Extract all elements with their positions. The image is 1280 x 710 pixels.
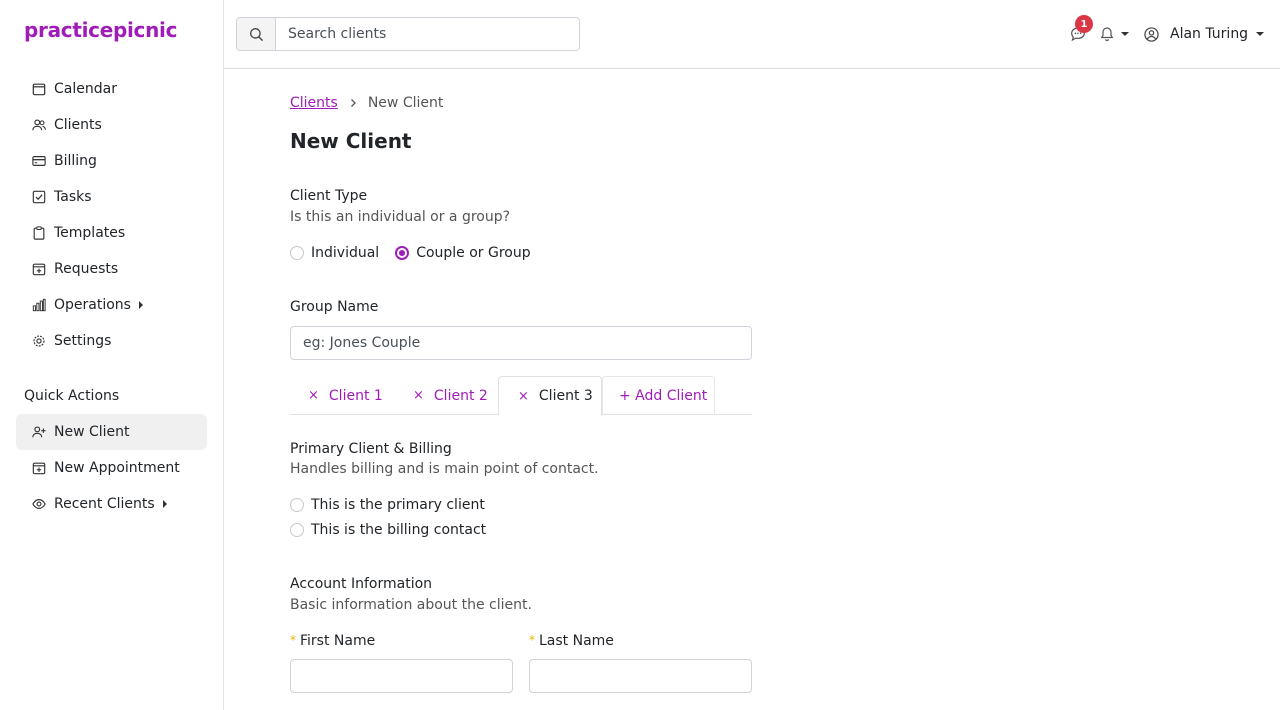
breadcrumb: Clients New Client (290, 95, 443, 111)
users-icon (32, 118, 46, 132)
gear-icon (32, 334, 46, 348)
sidebar-item-clients[interactable]: Clients (16, 107, 207, 143)
tab-label: Client 1 (328, 387, 383, 404)
group-name-label: Group Name (290, 299, 379, 315)
last-name-input[interactable] (529, 659, 752, 693)
bell-icon[interactable] (1099, 26, 1115, 42)
required-mark: * (290, 633, 296, 647)
client-type-radio-group: Individual Couple or Group (290, 245, 531, 261)
user-circle-icon (1144, 26, 1159, 42)
sidebar-item-settings[interactable]: Settings (16, 323, 207, 359)
account-info-subtitle: Basic information about the client. (290, 597, 532, 613)
close-icon[interactable]: × (413, 388, 424, 403)
sidebar-item-label: New Appointment (54, 460, 180, 476)
group-name-input[interactable] (290, 326, 752, 360)
sidebar-item-label: Requests (54, 261, 119, 277)
chevron-right-icon (348, 98, 358, 108)
first-name-label: * First Name (290, 633, 375, 649)
main-nav: Calendar Clients Billing Tasks Templates (16, 71, 207, 359)
app-logo[interactable]: practicepicnic (24, 18, 177, 42)
close-icon[interactable]: × (518, 389, 529, 404)
breadcrumb-current: New Client (367, 95, 444, 111)
tab-client-1[interactable]: × Client 1 (308, 376, 383, 415)
checkbox-icon (32, 190, 46, 204)
sidebar-item-billing[interactable]: Billing (16, 143, 207, 179)
credit-card-icon (32, 154, 46, 168)
radio-individual[interactable] (290, 246, 304, 260)
search-bar (236, 17, 580, 51)
sidebar-item-requests[interactable]: Requests (16, 251, 207, 287)
bar-chart-icon (32, 298, 46, 312)
radio-billing-contact-label[interactable]: This is the billing contact (311, 522, 486, 538)
chevron-down-icon (1256, 32, 1265, 36)
sidebar-item-label: Settings (54, 333, 112, 349)
sidebar-item-label: Calendar (54, 81, 117, 97)
calendar-plus-icon (32, 461, 46, 475)
user-plus-icon (32, 425, 46, 439)
quick-actions-nav: New Client New Appointment Recent Client… (16, 414, 207, 522)
sidebar-item-label: Tasks (54, 189, 92, 205)
tab-client-3[interactable]: × Client 3 (498, 376, 602, 416)
sidebar-item-operations[interactable]: Operations (16, 287, 207, 323)
page-title: New Client (290, 129, 412, 153)
radio-individual-label[interactable]: Individual (311, 245, 379, 261)
calendar-icon (32, 82, 46, 96)
eye-icon (32, 497, 46, 511)
account-info-heading: Account Information (290, 576, 433, 592)
sidebar-item-templates[interactable]: Templates (16, 215, 207, 251)
breadcrumb-link-clients[interactable]: Clients (290, 95, 338, 111)
sidebar-item-label: New Client (54, 424, 130, 440)
sidebar-item-label: Operations (54, 297, 131, 313)
clipboard-icon (32, 226, 46, 240)
close-icon[interactable]: × (308, 388, 319, 403)
sidebar-item-calendar[interactable]: Calendar (16, 71, 207, 107)
chevron-down-icon[interactable] (1121, 32, 1129, 36)
search-button[interactable] (237, 18, 276, 50)
last-name-label-text: Last Name (539, 633, 614, 649)
sidebar-item-label: Recent Clients (54, 496, 155, 512)
caret-right-icon (162, 500, 167, 508)
tab-label: Client 3 (538, 388, 593, 404)
radio-billing-contact[interactable] (290, 523, 304, 537)
radio-primary-client[interactable] (290, 498, 304, 512)
tab-label: Client 2 (433, 387, 488, 404)
client-tabs: × Client 1 × Client 2 × Client 3 + Add C… (290, 376, 752, 416)
sidebar-item-tasks[interactable]: Tasks (16, 179, 207, 215)
radio-primary-client-label[interactable]: This is the primary client (311, 497, 485, 513)
quick-actions-heading: Quick Actions (24, 388, 120, 404)
topbar: 1 Alan Turing (224, 0, 1280, 69)
sidebar-item-label: Billing (54, 153, 97, 169)
add-client-tab[interactable]: + Add Client (602, 376, 715, 415)
search-input[interactable] (276, 18, 579, 50)
messages-count-badge: 1 (1075, 15, 1093, 33)
sidebar-item-label: Clients (54, 117, 102, 133)
primary-billing-subtitle: Handles billing and is main point of con… (290, 461, 599, 477)
caret-right-icon (138, 301, 143, 309)
primary-client-option[interactable]: This is the primary client (290, 497, 485, 513)
search-icon (249, 27, 263, 41)
calendar-plus-icon (32, 262, 46, 276)
sidebar: practicepicnic Calendar Clients Billing … (0, 0, 224, 710)
primary-billing-heading: Primary Client & Billing (290, 441, 452, 457)
radio-couple-or-group-label[interactable]: Couple or Group (416, 245, 530, 261)
quick-action-new-appointment[interactable]: New Appointment (16, 450, 207, 486)
radio-couple-or-group[interactable] (395, 246, 410, 260)
first-name-label-text: First Name (300, 633, 376, 649)
tab-client-2[interactable]: × Client 2 (413, 376, 488, 415)
required-mark: * (529, 633, 535, 647)
last-name-label: * Last Name (529, 633, 614, 649)
user-menu[interactable]: Alan Turing (1144, 25, 1265, 43)
billing-contact-option[interactable]: This is the billing contact (290, 522, 486, 538)
client-type-heading: Client Type (290, 188, 368, 204)
first-name-input[interactable] (290, 659, 513, 693)
quick-action-recent-clients[interactable]: Recent Clients (16, 486, 207, 522)
client-type-subtitle: Is this an individual or a group? (290, 209, 511, 225)
quick-action-new-client[interactable]: New Client (16, 414, 207, 450)
user-name: Alan Turing (1170, 26, 1249, 42)
sidebar-item-label: Templates (54, 225, 126, 241)
